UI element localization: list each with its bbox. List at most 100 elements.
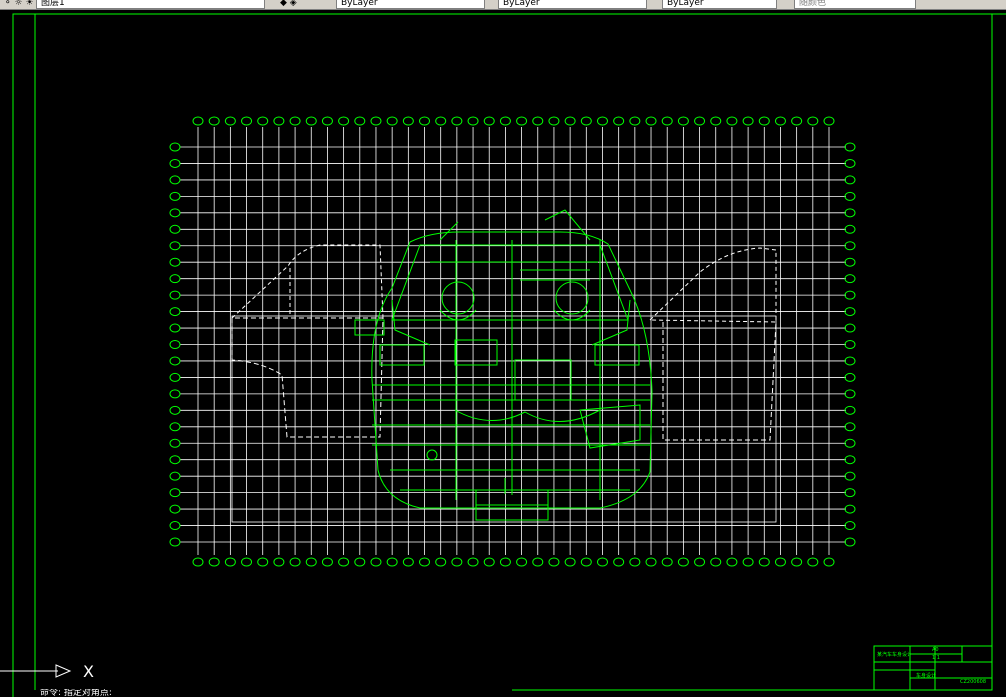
plotstyle-combo-value: ByLayer <box>667 0 704 8</box>
grid-column-marker <box>208 557 220 567</box>
grid-row-marker <box>844 438 856 448</box>
grid-column-marker <box>483 557 495 567</box>
grid-row-marker <box>169 405 181 415</box>
grid-column-marker <box>580 116 592 126</box>
grid-row-marker <box>169 504 181 514</box>
reference-grid <box>180 127 846 555</box>
grid-column-marker <box>774 116 786 126</box>
grid-row-marker <box>169 257 181 267</box>
title-block-drawing-no: CZ200608 <box>960 679 987 685</box>
grid-column-marker <box>629 116 641 126</box>
grid-column-marker <box>305 557 317 567</box>
grid-row-marker <box>169 488 181 498</box>
grid-column-marker <box>564 557 576 567</box>
grid-column-marker <box>661 557 673 567</box>
grid-row-marker <box>169 521 181 531</box>
grid-column-marker <box>499 116 511 126</box>
grid-column-marker <box>224 116 236 126</box>
grid-column-marker <box>257 557 269 567</box>
grid-row-marker <box>844 208 856 218</box>
grid-column-marker <box>580 557 592 567</box>
grid-row-marker <box>169 455 181 465</box>
grid-row-marker <box>169 208 181 218</box>
grid-row-marker <box>169 191 181 201</box>
grid-row-marker <box>844 224 856 234</box>
grid-row-marker <box>169 537 181 547</box>
command-line[interactable]: 命令: 指定对角点: <box>40 689 112 697</box>
grid-column-marker <box>289 116 301 126</box>
layer-state-icons[interactable]: ⚬ ☼ ☀ <box>4 0 36 9</box>
linetype-combo[interactable]: ByLayer <box>336 0 496 9</box>
grid-column-marker <box>677 557 689 567</box>
grid-column-marker <box>516 116 528 126</box>
grid-row-marker <box>844 372 856 382</box>
grid-row-marker <box>844 175 856 185</box>
grid-column-marker <box>192 116 204 126</box>
layer-combo[interactable]: 图层1 <box>36 0 276 9</box>
grid-row-marker <box>844 471 856 481</box>
plotstyle-combo[interactable]: ByLayer <box>662 0 788 9</box>
grid-column-marker <box>435 116 447 126</box>
color-combo-value: 随颜色 <box>799 0 827 8</box>
right-door-outline <box>648 247 777 441</box>
grid-row-marker <box>844 241 856 251</box>
grid-column-marker <box>807 116 819 126</box>
grid-column-marker <box>224 557 236 567</box>
grid-column-marker <box>677 116 689 126</box>
grid-column-marker <box>710 116 722 126</box>
grid-row-marker <box>844 142 856 152</box>
grid-column-marker <box>613 557 625 567</box>
grid-column-marker <box>451 557 463 567</box>
grid-column-marker <box>386 557 398 567</box>
grid-row-marker <box>169 158 181 168</box>
grid-row-marker <box>169 307 181 317</box>
grid-row-marker <box>169 471 181 481</box>
grid-column-marker <box>192 557 204 567</box>
grid-column-marker <box>321 116 333 126</box>
title-block: 某汽车车身设计 A0 1 1 车身设计 CZ200608 <box>874 646 992 690</box>
grid-row-marker <box>844 356 856 366</box>
grid-column-marker <box>564 116 576 126</box>
vehicle-front-view <box>354 209 653 521</box>
left-door-outline <box>231 244 384 438</box>
layer-dropdown-arrow-icon[interactable] <box>264 0 276 9</box>
grid-column-marker <box>710 557 722 567</box>
grid-row-marker <box>844 257 856 267</box>
grid-row-marker <box>844 307 856 317</box>
grid-column-marker <box>774 557 786 567</box>
grid-column-marker <box>273 557 285 567</box>
color-combo[interactable]: 随颜色 <box>794 0 916 9</box>
grid-column-marker <box>338 557 350 567</box>
grid-row-marker <box>169 389 181 399</box>
plotstyle-dropdown-arrow-icon[interactable] <box>776 0 788 9</box>
lineweight-dropdown-arrow-icon[interactable] <box>646 0 658 9</box>
sheet-outer-frame <box>12 13 1006 697</box>
title-block-sheet: 1 1 <box>932 655 940 661</box>
grid-column-marker <box>742 116 754 126</box>
grid-column-marker <box>241 557 253 567</box>
grid-column-marker <box>807 557 819 567</box>
lineweight-combo-value: ByLayer <box>503 0 540 8</box>
grid-column-marker <box>758 116 770 126</box>
grid-column-marker <box>338 116 350 126</box>
grid-column-marker <box>629 557 641 567</box>
properties-toolbar: ⚬ ☼ ☀ 图层1 ◆ ◈ ByLayer ByLayer ByLayer 随颜… <box>0 0 1006 10</box>
grid-column-marker <box>435 557 447 567</box>
grid-row-marker <box>169 290 181 300</box>
grid-column-marker <box>419 116 431 126</box>
grid-column-marker <box>694 557 706 567</box>
grid-row-marker <box>169 340 181 349</box>
grid-row-marker <box>169 142 181 152</box>
grid-row-marker <box>844 191 856 201</box>
layer-tools-icons[interactable]: ◆ ◈ <box>280 0 330 9</box>
linetype-dropdown-arrow-icon[interactable] <box>484 0 496 9</box>
grid-column-marker <box>402 116 414 126</box>
grid-row-marker <box>169 356 181 366</box>
grid-column-marker <box>354 116 366 126</box>
grid-column-marker <box>596 557 608 567</box>
drawing-canvas[interactable]: X <box>0 10 1006 697</box>
grid-column-marker <box>402 557 414 567</box>
grid-row-marker <box>844 521 856 531</box>
lineweight-combo[interactable]: ByLayer <box>498 0 658 9</box>
grid-row-marker <box>169 175 181 185</box>
